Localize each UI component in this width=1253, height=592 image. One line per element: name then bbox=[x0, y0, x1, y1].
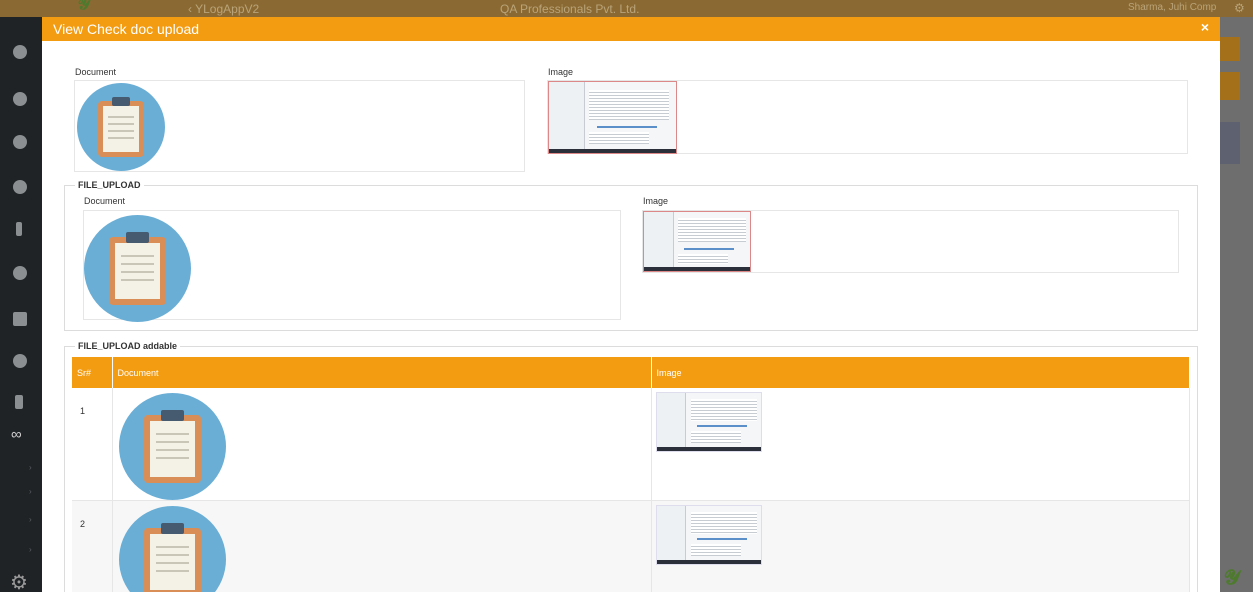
file-upload-legend: FILE_UPLOAD bbox=[75, 180, 144, 190]
image-thumbnail[interactable] bbox=[548, 81, 677, 154]
submenu-arrow: › bbox=[29, 487, 32, 496]
book-icon[interactable] bbox=[13, 312, 27, 326]
brand-logo: 𝓨 bbox=[1224, 567, 1240, 589]
image-thumbnail[interactable] bbox=[655, 504, 762, 565]
submenu-arrow: › bbox=[29, 463, 32, 472]
link-icon[interactable]: ∞ bbox=[11, 426, 25, 443]
user-name[interactable]: Sharma, Juhi Comp bbox=[1128, 2, 1216, 13]
right-button bbox=[1220, 37, 1240, 61]
image-cell bbox=[651, 500, 1190, 592]
image-cell bbox=[651, 388, 1190, 501]
image-label: Image bbox=[548, 67, 574, 77]
location-icon[interactable] bbox=[13, 135, 27, 149]
clock-icon[interactable] bbox=[13, 266, 27, 280]
sr-number: 2 bbox=[80, 518, 86, 529]
document-cell bbox=[112, 500, 652, 592]
clipboard-icon[interactable] bbox=[118, 393, 226, 500]
app-logo: 𝓨 bbox=[78, 0, 90, 13]
modal-header: View Check doc upload × bbox=[42, 17, 1220, 41]
group-icon[interactable] bbox=[13, 92, 27, 106]
view-check-doc-upload-modal: View Check doc upload × Document Image F… bbox=[42, 17, 1220, 592]
right-panel-block bbox=[1220, 122, 1240, 164]
image-label: Image bbox=[643, 196, 669, 206]
mobile-icon[interactable] bbox=[15, 395, 23, 409]
table-header-row: Sr# Document Image bbox=[72, 357, 1190, 388]
target-icon[interactable] bbox=[13, 180, 27, 194]
close-icon[interactable]: × bbox=[1201, 19, 1209, 35]
document-cell bbox=[112, 388, 652, 501]
document-box bbox=[83, 210, 621, 322]
modal-title: View Check doc upload bbox=[53, 21, 200, 37]
file-upload-addable-table: Sr# Document Image 1 2 bbox=[72, 357, 1190, 592]
clipboard-icon[interactable] bbox=[77, 83, 165, 171]
clipboard-icon[interactable] bbox=[84, 215, 191, 322]
back-link[interactable]: ‹ YLogAppV2 bbox=[188, 2, 259, 16]
sr-cell: 1 bbox=[72, 388, 113, 501]
company-name: QA Professionals Pvt. Ltd. bbox=[500, 2, 640, 16]
clipboard-icon[interactable] bbox=[118, 505, 226, 592]
image-thumbnail[interactable] bbox=[655, 392, 762, 452]
file-upload-addable-legend: FILE_UPLOAD addable bbox=[75, 341, 181, 351]
submenu-arrow: › bbox=[29, 515, 32, 524]
column-header-document: Document bbox=[112, 357, 652, 388]
bell-icon[interactable] bbox=[13, 354, 27, 368]
right-button bbox=[1220, 72, 1240, 100]
sr-cell: 2 bbox=[72, 500, 113, 592]
table-row: 1 bbox=[72, 388, 1190, 501]
file-upload-fieldset: FILE_UPLOAD Document Image bbox=[64, 180, 1198, 331]
image-thumbnail[interactable] bbox=[643, 211, 751, 272]
gear-icon[interactable]: ⚙ bbox=[10, 570, 28, 592]
dashboard-icon[interactable] bbox=[13, 45, 27, 59]
document-box bbox=[74, 80, 525, 172]
table-row: 2 bbox=[72, 500, 1190, 592]
settings-icon[interactable]: ⚙ bbox=[1234, 1, 1245, 15]
column-header-sr: Sr# bbox=[72, 357, 113, 388]
app-right-panel: 𝓨 bbox=[1220, 17, 1253, 592]
document-label: Document bbox=[84, 196, 126, 206]
thermometer-icon[interactable] bbox=[16, 222, 22, 236]
sr-number: 1 bbox=[80, 406, 86, 416]
column-header-image: Image bbox=[651, 357, 1190, 388]
image-box bbox=[547, 80, 1188, 154]
document-label: Document bbox=[75, 67, 117, 77]
app-sidebar: ∞ › › › › ⚙ bbox=[0, 17, 42, 592]
submenu-arrow: › bbox=[29, 545, 32, 554]
image-box bbox=[642, 210, 1179, 273]
app-header: 𝓨 ‹ YLogAppV2 QA Professionals Pvt. Ltd.… bbox=[0, 0, 1253, 17]
